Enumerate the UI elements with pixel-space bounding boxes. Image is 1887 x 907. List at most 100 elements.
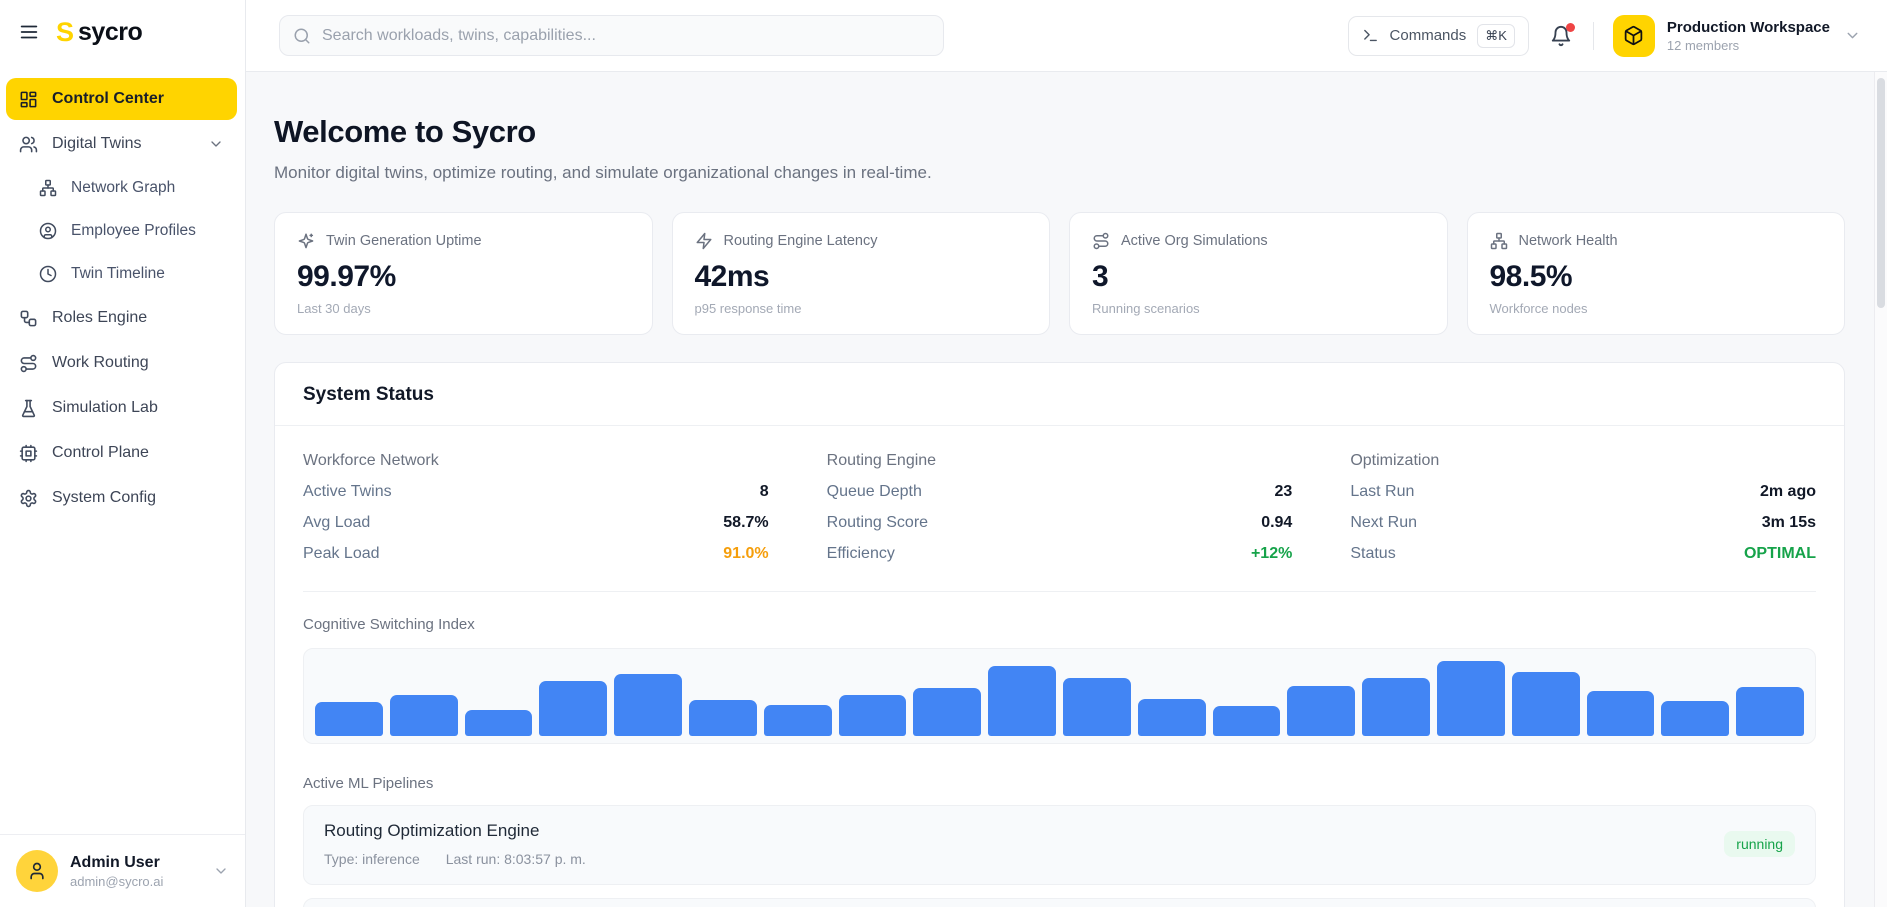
commands-button[interactable]: Commands ⌘K	[1348, 16, 1529, 56]
lightning-icon	[695, 232, 713, 250]
chart-bar	[1512, 672, 1580, 737]
workspace-name: Production Workspace	[1667, 19, 1830, 36]
chart-bar	[1736, 687, 1804, 737]
column-title: Workforce Network	[303, 452, 769, 470]
sidebar-item-digital-twins[interactable]: Digital Twins	[6, 123, 237, 165]
search-input[interactable]	[322, 27, 930, 45]
metric-row: Last Run 2m ago	[1350, 483, 1816, 501]
chart-bar	[614, 674, 682, 736]
sidebar-item-label: Digital Twins	[52, 135, 142, 153]
status-column-routing-engine: Routing Engine Queue Depth 23 Routing Sc…	[827, 452, 1293, 563]
notification-dot	[1566, 23, 1575, 32]
stat-sub: Last 30 days	[297, 301, 630, 316]
sidebar-item-label: Work Routing	[52, 354, 149, 372]
sidebar-item-control-plane[interactable]: Control Plane	[6, 432, 237, 474]
sidebar-item-roles-engine[interactable]: Roles Engine	[6, 297, 237, 339]
sidebar-item-system-config[interactable]: System Config	[6, 477, 237, 519]
cpu-icon	[19, 444, 38, 463]
sidebar-nav: Control Center Digital Twins Network Gra…	[0, 64, 245, 834]
metric-row: Status OPTIMAL	[1350, 545, 1816, 563]
workspace-members: 12 members	[1667, 38, 1830, 53]
sidebar-item-label: Simulation Lab	[52, 399, 158, 417]
network-icon	[39, 179, 57, 197]
sidebar-item-network-graph[interactable]: Network Graph	[26, 168, 237, 208]
pipeline-type: Type: inference	[324, 851, 420, 867]
cube-icon	[1613, 15, 1655, 57]
sidebar-item-label: Roles Engine	[52, 309, 147, 327]
stat-card-network-health: Network Health 98.5% Workforce nodes	[1467, 212, 1846, 335]
sidebar-item-control-center[interactable]: Control Center	[6, 78, 237, 120]
pipeline-row: Capacity Predictor Type: inference Last …	[303, 898, 1816, 907]
workflow-icon	[19, 309, 38, 328]
stat-value: 3	[1092, 260, 1425, 294]
sidebar-item-simulation-lab[interactable]: Simulation Lab	[6, 387, 237, 429]
pipeline-name: Routing Optimization Engine	[324, 821, 586, 841]
user-email: admin@sycro.ai	[70, 874, 163, 889]
sidebar-item-twin-timeline[interactable]: Twin Timeline	[26, 254, 237, 294]
chart-bar	[764, 705, 832, 736]
chart-bar	[1063, 678, 1131, 737]
user-circle-icon	[39, 222, 57, 240]
chart-bar	[315, 702, 383, 736]
notifications-button[interactable]	[1548, 23, 1574, 49]
main-content: Welcome to Sycro Monitor digital twins, …	[246, 72, 1887, 907]
page-subtitle: Monitor digital twins, optimize routing,…	[274, 163, 1845, 183]
sidebar: S sycro Control Center Digital Twins Net…	[0, 0, 246, 907]
sycro-logo-icon: S	[56, 19, 74, 46]
user-menu[interactable]: Admin User admin@sycro.ai	[0, 834, 245, 907]
app-title: sycro	[78, 18, 142, 47]
stat-label: Routing Engine Latency	[724, 233, 878, 249]
stat-value: 99.97%	[297, 260, 630, 294]
cognitive-switching-section: Cognitive Switching Index	[303, 591, 1816, 744]
route-icon	[19, 354, 38, 373]
chevron-down-icon	[208, 136, 224, 152]
users-icon	[19, 135, 38, 154]
sidebar-item-work-routing[interactable]: Work Routing	[6, 342, 237, 384]
keyboard-shortcut-badge: ⌘K	[1477, 24, 1515, 48]
workspace-selector[interactable]: Production Workspace 12 members	[1613, 15, 1861, 57]
chart-bar	[1437, 661, 1505, 736]
chart-bar	[988, 666, 1056, 736]
chart-bar	[1213, 706, 1281, 736]
pipelines-title: Active ML Pipelines	[303, 775, 1816, 792]
status-column-workforce-network: Workforce Network Active Twins 8 Avg Loa…	[303, 452, 769, 563]
route-icon	[1092, 232, 1110, 250]
stat-label: Active Org Simulations	[1121, 233, 1268, 249]
chart-bar	[913, 688, 981, 736]
user-icon	[27, 861, 47, 881]
sidebar-item-label: Employee Profiles	[71, 222, 196, 240]
sidebar-item-label: Control Plane	[52, 444, 149, 462]
sidebar-item-employee-profiles[interactable]: Employee Profiles	[26, 211, 237, 251]
sparkles-icon	[297, 232, 315, 250]
chart-bar	[1587, 691, 1655, 736]
cognitive-switching-chart	[303, 648, 1816, 744]
metric-row: Routing Score 0.94	[827, 514, 1293, 532]
scrollbar-thumb[interactable]	[1877, 78, 1885, 308]
stat-card-twin-uptime: Twin Generation Uptime 99.97% Last 30 da…	[274, 212, 653, 335]
stat-label: Network Health	[1519, 233, 1618, 249]
hamburger-menu-icon[interactable]	[18, 21, 40, 43]
stat-value: 98.5%	[1490, 260, 1823, 294]
chart-bar	[465, 710, 533, 736]
pipeline-last-run: Last run: 8:03:57 p. m.	[446, 851, 586, 867]
search-box	[279, 15, 944, 56]
metric-row: Active Twins 8	[303, 483, 769, 501]
column-title: Routing Engine	[827, 452, 1293, 470]
chart-bar	[689, 700, 757, 736]
chart-title: Cognitive Switching Index	[303, 616, 1816, 633]
stat-sub: Running scenarios	[1092, 301, 1425, 316]
system-status-card: System Status Workforce Network Active T…	[274, 362, 1845, 907]
metric-row: Queue Depth 23	[827, 483, 1293, 501]
column-title: Optimization	[1350, 452, 1816, 470]
clock-icon	[39, 265, 57, 283]
metric-row: Avg Load 58.7%	[303, 514, 769, 532]
metric-row: Efficiency +12%	[827, 545, 1293, 563]
sidebar-item-label: Network Graph	[71, 179, 175, 197]
app-logo: S sycro	[56, 18, 142, 47]
scrollbar-track[interactable]	[1874, 72, 1887, 907]
topbar: Commands ⌘K Production Workspace 12 memb…	[246, 0, 1887, 72]
chart-bar	[539, 681, 607, 737]
chevron-down-icon	[213, 863, 229, 879]
page-title: Welcome to Sycro	[274, 114, 1845, 150]
flask-icon	[19, 399, 38, 418]
